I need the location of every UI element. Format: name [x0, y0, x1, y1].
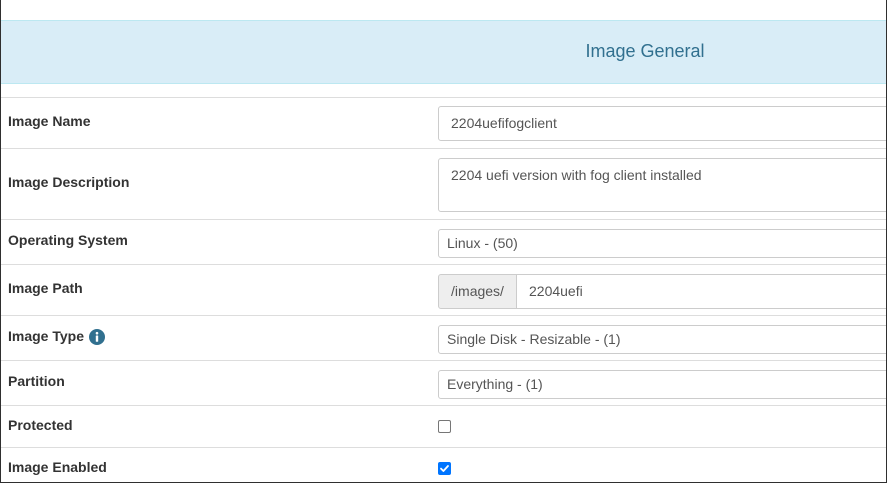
image-enabled-checkbox[interactable] [438, 462, 451, 475]
checkmark-icon [440, 465, 449, 472]
image-path-prefix: /images/ [438, 274, 517, 309]
protected-checkbox[interactable] [438, 420, 451, 433]
image-enabled-row: Image Enabled [1, 447, 886, 482]
image-type-label: Image Type [8, 328, 84, 344]
image-path-value: 2204uefi [529, 283, 583, 299]
image-enabled-label: Image Enabled [8, 459, 107, 475]
image-name-value: 2204uefifogclient [451, 115, 557, 131]
partition-row: Partition Everything - (1) [1, 360, 886, 406]
operating-system-row: Operating System Linux - (50) [1, 219, 886, 265]
image-name-row: Image Name 2204uefifogclient [1, 97, 886, 149]
partition-select[interactable]: Everything - (1) [438, 370, 886, 399]
image-description-label: Image Description [8, 174, 130, 190]
image-path-input[interactable]: 2204uefi [516, 274, 886, 309]
protected-row: Protected [1, 405, 886, 448]
image-type-select[interactable]: Single Disk - Resizable - (1) [438, 325, 886, 354]
image-name-input[interactable]: 2204uefifogclient [438, 106, 886, 141]
operating-system-selected: Linux - (50) [447, 235, 518, 251]
image-description-textarea[interactable]: 2204 uefi version with fog client instal… [438, 158, 886, 212]
image-type-row: Image Type Single Disk - Resizable - (1) [1, 315, 886, 361]
image-description-value: 2204 uefi version with fog client instal… [451, 167, 702, 183]
panel-title: Image General [585, 41, 705, 61]
image-description-row: Image Description 2204 uefi version with… [1, 148, 886, 220]
image-name-label: Image Name [8, 113, 91, 129]
image-path-label: Image Path [8, 280, 83, 296]
image-general-panel: Image General Image Name 2204uefifogclie… [0, 0, 887, 483]
partition-selected: Everything - (1) [447, 376, 543, 392]
protected-label: Protected [8, 417, 73, 433]
info-circle-icon[interactable] [89, 329, 105, 345]
operating-system-label: Operating System [8, 232, 128, 248]
image-path-row: Image Path /images/ 2204uefi [1, 264, 886, 316]
image-type-selected: Single Disk - Resizable - (1) [447, 331, 621, 347]
panel-heading: Image General [1, 20, 886, 84]
operating-system-select[interactable]: Linux - (50) [438, 229, 886, 258]
partition-label: Partition [8, 373, 65, 389]
